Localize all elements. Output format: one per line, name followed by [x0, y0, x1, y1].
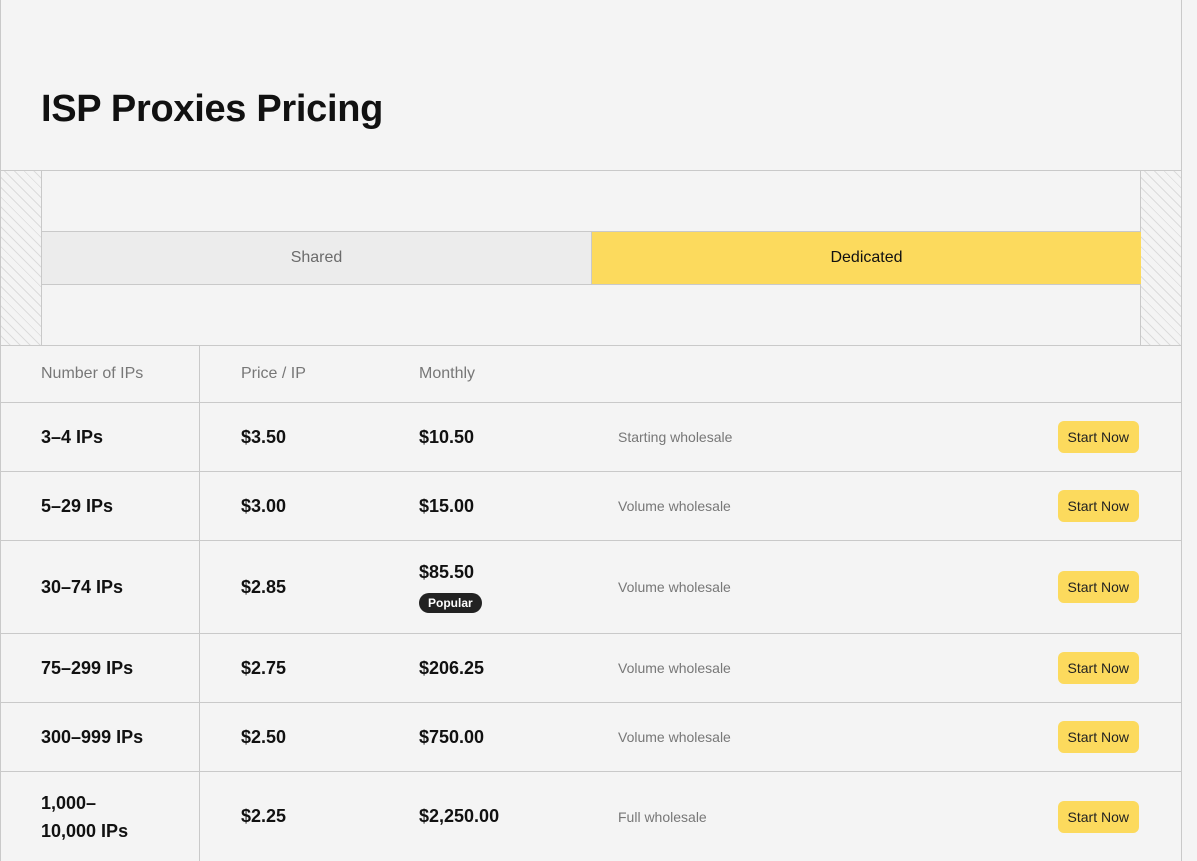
- price-per-ip: $2.25: [241, 806, 287, 826]
- tab-dedicated[interactable]: Dedicated: [592, 232, 1141, 284]
- table-row: 30–74 IPs $2.85 $85.50 Popular Volume wh…: [1, 541, 1181, 634]
- ip-count: 3–4 IPs: [1, 403, 200, 471]
- ip-count: 75–299 IPs: [1, 634, 200, 702]
- tier-label: Volume wholesale: [618, 660, 731, 676]
- price-per-ip: $3.50: [241, 426, 287, 447]
- tier-label: Starting wholesale: [618, 429, 733, 445]
- plan-toggle-section: Shared Dedicated: [1, 171, 1181, 346]
- header-monthly: Monthly: [419, 365, 476, 382]
- plan-tabs: Shared Dedicated: [42, 231, 1141, 285]
- monthly-price: $15.00: [419, 495, 475, 516]
- tier-label: Volume wholesale: [618, 579, 731, 595]
- page-title: ISP Proxies Pricing: [41, 88, 384, 130]
- start-now-button[interactable]: Start Now: [1057, 490, 1139, 522]
- price-per-ip: $3.00: [241, 495, 287, 516]
- tier-label: Volume wholesale: [618, 729, 731, 745]
- ip-count: 1,000–10,000 IPs: [1, 772, 200, 861]
- monthly-price: $10.50: [419, 426, 475, 447]
- tier-label: Volume wholesale: [618, 498, 731, 514]
- start-now-button[interactable]: Start Now: [1057, 571, 1139, 603]
- monthly-price: $2,250.00: [419, 806, 500, 826]
- decorative-hatch-right: [1140, 171, 1181, 345]
- price-per-ip: $2.85: [241, 576, 287, 597]
- ip-count: 30–74 IPs: [1, 541, 200, 633]
- pricing-panel: ISP Proxies Pricing Shared Dedicated Num…: [0, 0, 1182, 861]
- table-header-row: Number of IPs Price / IP Monthly: [1, 346, 1181, 403]
- monthly-price: $206.25: [419, 657, 485, 678]
- monthly-price: $85.50: [419, 561, 475, 582]
- start-now-button[interactable]: Start Now: [1057, 721, 1139, 753]
- table-row: 1,000–10,000 IPs $2.25 $2,250.00 Full wh…: [1, 772, 1181, 861]
- tier-label: Full wholesale: [618, 808, 707, 825]
- pricing-table: Number of IPs Price / IP Monthly 3–4 IPs…: [1, 346, 1181, 861]
- price-per-ip: $2.50: [241, 726, 287, 747]
- table-row: 5–29 IPs $3.00 $15.00 Volume wholesale S…: [1, 472, 1181, 541]
- tab-shared[interactable]: Shared: [42, 232, 592, 284]
- ip-count: 300–999 IPs: [1, 703, 200, 771]
- header: ISP Proxies Pricing: [1, 0, 1181, 171]
- table-row: 300–999 IPs $2.50 $750.00 Volume wholesa…: [1, 703, 1181, 772]
- ip-count: 5–29 IPs: [1, 472, 200, 540]
- table-row: 75–299 IPs $2.75 $206.25 Volume wholesal…: [1, 634, 1181, 703]
- start-now-button[interactable]: Start Now: [1057, 421, 1139, 453]
- table-row: 3–4 IPs $3.50 $10.50 Starting wholesale …: [1, 403, 1181, 472]
- start-now-button[interactable]: Start Now: [1057, 652, 1139, 684]
- header-number-of-ips: Number of IPs: [1, 346, 200, 402]
- monthly-price: $750.00: [419, 726, 485, 747]
- header-price-per-ip: Price / IP: [241, 365, 306, 382]
- decorative-hatch-left: [1, 171, 42, 345]
- price-per-ip: $2.75: [241, 657, 287, 678]
- popular-badge: Popular: [419, 592, 482, 613]
- start-now-button[interactable]: Start Now: [1057, 800, 1139, 833]
